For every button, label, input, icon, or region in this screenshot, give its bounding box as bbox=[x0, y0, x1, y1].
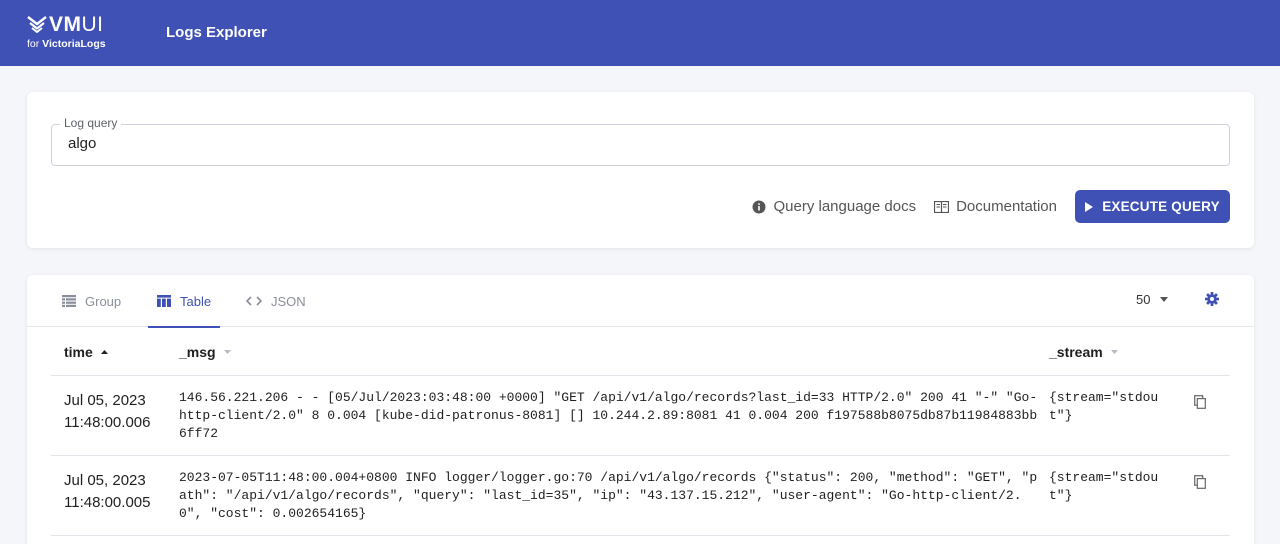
sort-asc-icon bbox=[100, 350, 108, 354]
log-query-label: Log query bbox=[60, 116, 122, 130]
tab-table-label: Table bbox=[180, 293, 212, 309]
copy-row-button[interactable] bbox=[1194, 395, 1206, 414]
rows-limit-value: 50 bbox=[1136, 292, 1151, 307]
logo-subtitle: for VictoriaLogs bbox=[27, 38, 106, 50]
tab-group-label: Group bbox=[85, 293, 122, 309]
info-icon bbox=[752, 200, 766, 213]
sort-icon bbox=[1110, 350, 1118, 354]
query-language-docs-link[interactable]: Query language docs bbox=[752, 198, 916, 215]
play-icon bbox=[1085, 201, 1094, 212]
row-date: Jul 05, 2023 bbox=[64, 472, 146, 489]
vmui-logo[interactable]: VMUI for VictoriaLogs bbox=[27, 14, 117, 54]
table-icon bbox=[157, 295, 171, 307]
log-query-input[interactable] bbox=[68, 135, 1208, 152]
tab-table[interactable]: Table bbox=[147, 275, 221, 328]
nav-logs-explorer[interactable]: Logs Explorer bbox=[166, 24, 267, 41]
log-query-field[interactable]: Log query bbox=[51, 116, 1230, 166]
logs-table: time _msg _stream Jul 05, 2023 11:48:00.… bbox=[51, 327, 1230, 536]
table-row[interactable]: Jul 05, 2023 11:48:00.006 146.56.221.206… bbox=[51, 376, 1230, 456]
chevron-down-icon bbox=[1160, 297, 1169, 302]
row-msg-cell: 2023-07-05T11:48:00.004+0800 INFO logger… bbox=[179, 470, 1038, 521]
view-tabs: Group Table JSON 50 bbox=[27, 275, 1254, 328]
column-time-label: time bbox=[64, 344, 93, 360]
column-msg-header[interactable]: _msg bbox=[179, 344, 231, 360]
list-icon bbox=[62, 295, 76, 307]
copy-row-button[interactable] bbox=[1194, 475, 1206, 494]
results-panel: Group Table JSON 50 time _msg _stream Ju… bbox=[27, 275, 1254, 544]
query-panel: Log query Query language docs Documentat… bbox=[27, 92, 1254, 248]
tab-json-label: JSON bbox=[271, 293, 306, 309]
documentation-label: Documentation bbox=[956, 198, 1057, 215]
tab-json[interactable]: JSON bbox=[246, 275, 306, 327]
logo-title: VMUI bbox=[49, 13, 104, 36]
column-msg-label: _msg bbox=[179, 344, 216, 360]
column-time-header[interactable]: time bbox=[64, 344, 108, 360]
row-time-cell: Jul 05, 2023 11:48:00.005 bbox=[64, 470, 174, 514]
row-time: 11:48:00.006 bbox=[64, 414, 151, 431]
victoria-logo-icon bbox=[27, 16, 47, 33]
row-stream-cell: {stream="stdout"} bbox=[1049, 470, 1159, 503]
row-date: Jul 05, 2023 bbox=[64, 392, 146, 409]
query-language-docs-label: Query language docs bbox=[773, 198, 917, 215]
row-stream-cell: {stream="stdout"} bbox=[1049, 390, 1159, 423]
execute-query-label: EXECUTE QUERY bbox=[1102, 199, 1220, 214]
row-msg-cell: 146.56.221.206 - - [05/Jul/2023:03:48:00… bbox=[179, 390, 1038, 441]
tab-group[interactable]: Group bbox=[62, 275, 121, 327]
query-actions: Query language docs Documentation EXECUT… bbox=[752, 190, 1230, 223]
row-time: 11:48:00.005 bbox=[64, 494, 151, 511]
code-icon bbox=[246, 296, 262, 306]
table-header: time _msg _stream bbox=[51, 327, 1230, 376]
copy-icon bbox=[1194, 475, 1206, 489]
gear-icon bbox=[1205, 292, 1219, 306]
book-icon bbox=[934, 200, 950, 213]
row-time-cell: Jul 05, 2023 11:48:00.006 bbox=[64, 390, 174, 434]
sort-icon bbox=[223, 350, 231, 354]
execute-query-button[interactable]: EXECUTE QUERY bbox=[1075, 190, 1230, 223]
column-stream-header[interactable]: _stream bbox=[1049, 344, 1118, 360]
copy-icon bbox=[1194, 395, 1206, 409]
table-settings-button[interactable] bbox=[1205, 292, 1219, 311]
rows-limit-select[interactable]: 50 bbox=[1136, 292, 1169, 307]
app-header: VMUI for VictoriaLogs Logs Explorer bbox=[0, 0, 1280, 66]
documentation-link[interactable]: Documentation bbox=[934, 198, 1057, 215]
table-row[interactable]: Jul 05, 2023 11:48:00.005 2023-07-05T11:… bbox=[51, 456, 1230, 536]
column-stream-label: _stream bbox=[1049, 344, 1103, 360]
